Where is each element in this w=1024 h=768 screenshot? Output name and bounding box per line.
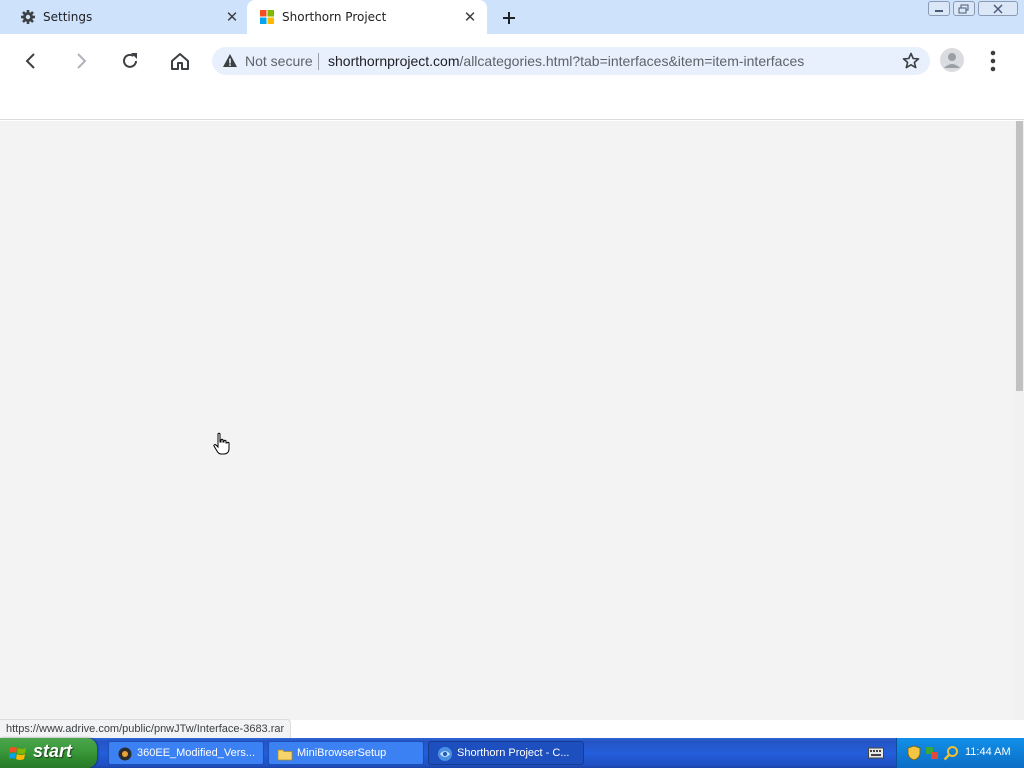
taskbar: start 360EE_Modified_Vers... MiniBrowser…	[0, 738, 1024, 768]
url-text[interactable]: shorthornproject.com/allcategories.html?…	[328, 53, 804, 69]
url-host: shorthornproject.com	[328, 53, 460, 69]
plus-icon	[503, 12, 515, 24]
close-tab-icon[interactable]: ✕	[462, 8, 478, 26]
warning-icon	[223, 54, 237, 67]
windows-logo-icon	[260, 10, 274, 24]
tab-strip: Settings ✕ Shorthorn Project ✕	[0, 0, 1024, 34]
browser-icon	[438, 747, 452, 761]
arrow-left-icon	[25, 53, 35, 69]
search-icon[interactable]	[943, 745, 959, 761]
more-vertical-icon	[990, 50, 996, 72]
system-tray: 11:44 AM	[896, 738, 1024, 768]
taskbar-item-label: 360EE_Modified_Vers...	[137, 747, 256, 759]
tab-settings-title: Settings	[43, 10, 93, 24]
home-button[interactable]	[165, 46, 195, 76]
star-icon[interactable]	[902, 52, 920, 70]
taskbar-item-shorthorn-project[interactable]: Shorthorn Project - C...	[428, 741, 584, 765]
forward-button[interactable]	[66, 46, 96, 76]
tab-shorthorn-title: Shorthorn Project	[282, 10, 387, 24]
shield-icon[interactable]	[906, 745, 922, 761]
separator	[318, 53, 319, 70]
url-path: /allcategories.html?tab=interfaces&item=…	[459, 53, 805, 69]
start-button[interactable]: start	[0, 738, 97, 768]
arrow-right-icon	[77, 53, 87, 69]
new-tab-button[interactable]	[499, 8, 519, 28]
gear-icon	[21, 10, 35, 24]
windows-flag-icon	[9, 747, 26, 760]
taskbar-item-label: Shorthorn Project - C...	[457, 747, 570, 759]
app-icon	[118, 747, 132, 761]
reload-button[interactable]	[115, 46, 145, 76]
clock[interactable]: 11:44 AM	[965, 746, 1011, 758]
tab-shorthorn-project[interactable]: Shorthorn Project ✕	[247, 0, 487, 34]
browser-toolbar: Not secure shorthornproject.com/allcateg…	[0, 34, 1024, 88]
reload-icon	[123, 53, 137, 68]
tab-settings[interactable]: Settings ✕	[0, 0, 246, 34]
vertical-scrollbar[interactable]	[1015, 121, 1024, 720]
folder-icon	[277, 749, 293, 761]
back-button[interactable]	[16, 46, 46, 76]
close-icon	[993, 3, 1003, 14]
browser-menu-button[interactable]	[982, 48, 1004, 74]
address-bar[interactable]: Not secure shorthornproject.com/allcateg…	[212, 47, 930, 75]
screen: Settings ✕ Shorthorn Project ✕ Not secur…	[0, 0, 1024, 768]
keyboard-icon[interactable]	[868, 746, 884, 760]
page-content[interactable]	[0, 121, 1015, 720]
profile-avatar-icon[interactable]	[940, 48, 964, 72]
bookmark-bar	[0, 88, 1024, 120]
security-center-icon[interactable]	[924, 745, 940, 761]
taskbar-item-minibrowsersetup[interactable]: MiniBrowserSetup	[268, 741, 424, 765]
scrollbar-thumb[interactable]	[1016, 121, 1023, 391]
close-window-button[interactable]	[978, 1, 1018, 16]
minimize-icon	[935, 9, 943, 12]
security-label[interactable]: Not secure	[245, 53, 313, 69]
taskbar-item-360ee[interactable]: 360EE_Modified_Vers...	[108, 741, 264, 765]
taskbar-item-label: MiniBrowserSetup	[297, 747, 387, 759]
restore-button[interactable]	[953, 1, 975, 16]
hand-cursor-icon	[213, 432, 230, 455]
restore-icon	[958, 4, 969, 13]
minimize-button[interactable]	[928, 1, 950, 16]
close-tab-icon[interactable]: ✕	[224, 8, 240, 26]
home-icon	[171, 53, 189, 70]
status-bubble: https://www.adrive.com/public/pnwJTw/Int…	[0, 719, 292, 739]
start-label: start	[33, 741, 73, 761]
